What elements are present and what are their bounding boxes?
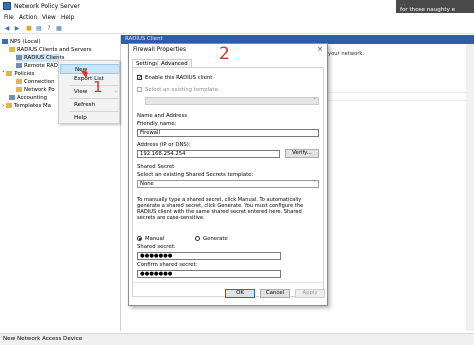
manual-radio[interactable] xyxy=(137,236,142,241)
cancel-button[interactable]: Cancel xyxy=(260,289,290,298)
folder-icon[interactable]: ■ xyxy=(25,25,33,32)
context-menu-view-label: View xyxy=(74,89,88,95)
tree-item-remote-radius[interactable]: Remote RAD xyxy=(16,62,58,70)
properties-icon[interactable]: ▤ xyxy=(35,25,43,32)
chevron-down-icon: ˅ xyxy=(313,98,317,104)
tree-item-policies[interactable]: ˅ Policies xyxy=(2,70,34,78)
details-row xyxy=(328,93,474,101)
help-icon[interactable]: ? xyxy=(45,25,53,32)
name-address-heading: Name and Address xyxy=(137,113,188,119)
divider xyxy=(133,282,323,283)
menu-separator xyxy=(69,111,119,112)
shared-secret-input[interactable]: ●●●●●●● xyxy=(137,252,281,260)
annotation-step-2: 2 xyxy=(219,44,230,64)
address-input[interactable]: 192.168.254.254 xyxy=(137,150,280,158)
tree-label-policies: Policies xyxy=(14,71,35,77)
context-menu-refresh[interactable]: Refresh xyxy=(60,100,120,110)
device-icon xyxy=(16,63,22,68)
tree-item-accounting[interactable]: Accounting xyxy=(9,94,47,102)
tree-label-nps-local: NPS (Local) xyxy=(10,39,41,45)
context-menu-view[interactable]: View › xyxy=(60,87,120,97)
confirm-secret-input[interactable]: ●●●●●●● xyxy=(137,270,281,278)
address-label: Address (IP or DNS): xyxy=(137,142,191,148)
template-select[interactable]: ˅ xyxy=(145,97,319,105)
chevron-down-icon: ˅ xyxy=(313,181,317,187)
select-template-label: Select an existing template: xyxy=(145,87,220,93)
close-icon[interactable]: × xyxy=(317,45,323,53)
accounting-icon xyxy=(9,95,15,100)
shared-secret-label: Shared secret: xyxy=(137,244,176,250)
generate-label: Generate xyxy=(203,236,228,242)
tree-label-network: Network Po xyxy=(24,87,55,93)
ok-button[interactable]: OK xyxy=(225,289,255,298)
tree-item-nps-local[interactable]: NPS (Local) xyxy=(2,38,41,46)
tree-label-radius: RADIUS Clients and Servers xyxy=(17,47,92,53)
vertical-scrollbar[interactable] xyxy=(466,44,474,331)
tree-item-radius-clients-servers[interactable]: RADIUS Clients and Servers xyxy=(9,46,92,54)
secret-template-value: None xyxy=(140,181,154,187)
status-bar: New Network Access Device xyxy=(0,333,474,345)
menu-separator xyxy=(69,98,119,99)
menu-file[interactable]: File xyxy=(4,15,14,21)
tab-advanced[interactable]: Advanced xyxy=(157,59,192,67)
tree-item-connection[interactable]: Connection xyxy=(16,78,55,86)
verify-button[interactable]: Verify... xyxy=(285,149,319,158)
console-tree-icon[interactable]: ▦ xyxy=(55,25,63,32)
annotation-step-1: 1 xyxy=(93,78,103,96)
secret-template-label: Select an existing Shared Secrets templa… xyxy=(137,172,254,178)
friendly-name-label: Friendly name: xyxy=(137,121,177,127)
shared-secret-instructions: To manually type a shared secret, click … xyxy=(137,197,304,221)
firewall-properties-dialog: Firewall Properties × Settings Advanced … xyxy=(128,43,328,306)
settings-panel: ✓ Enable this RADIUS client Select an ex… xyxy=(132,67,324,297)
tree-item-radius-clients[interactable]: RADIUS Clients xyxy=(16,54,64,62)
generate-radio[interactable] xyxy=(195,236,200,241)
menu-view[interactable]: View xyxy=(42,15,56,21)
details-row xyxy=(328,85,474,93)
confirm-secret-label: Confirm shared secret: xyxy=(137,262,198,268)
enable-client-checkbox[interactable]: ✓ xyxy=(137,75,142,81)
enable-client-label: Enable this RADIUS client xyxy=(145,75,213,81)
banner-ghost-text: ... xyxy=(400,2,406,6)
window-title: Network Policy Server xyxy=(14,3,80,10)
friendly-name-input[interactable]: Firewall xyxy=(137,129,319,137)
select-template-checkbox[interactable] xyxy=(137,87,142,92)
menu-bar: File Action View Help xyxy=(0,13,474,23)
folder-icon xyxy=(16,79,22,84)
secret-template-select[interactable]: None ˅ xyxy=(137,180,319,188)
apply-button[interactable]: Apply xyxy=(295,289,325,298)
tree-label-remote: Remote RAD xyxy=(24,63,58,69)
folder-icon xyxy=(16,87,22,92)
folder-icon xyxy=(6,71,13,76)
shared-secret-heading: Shared Secret xyxy=(137,164,175,170)
tree-item-network-policies[interactable]: Network Po xyxy=(16,86,55,94)
device-icon xyxy=(16,55,22,60)
server-icon xyxy=(2,39,8,44)
context-menu-new[interactable]: New xyxy=(60,64,120,74)
folder-icon xyxy=(9,47,15,52)
manual-label: Manual xyxy=(145,236,165,242)
menu-action[interactable]: Action xyxy=(19,15,37,21)
tree-label-accounting: Accounting xyxy=(17,95,48,101)
submenu-arrow-icon: › xyxy=(114,89,117,95)
back-arrow-icon[interactable]: ◀ xyxy=(3,25,11,32)
toolbar: ◀ ▶ ■ ▤ ? ▦ xyxy=(0,23,474,34)
menu-help[interactable]: Help xyxy=(61,15,74,21)
folder-icon xyxy=(5,103,12,108)
details-text: your network. xyxy=(328,51,365,57)
context-menu: New Export List View › Refresh Help xyxy=(58,60,120,124)
tree-label-connection: Connection xyxy=(24,79,55,85)
tree-label-templates: Templates Ma xyxy=(13,103,51,109)
dialog-title: Firewall Properties xyxy=(133,47,186,53)
context-menu-help[interactable]: Help xyxy=(60,113,120,123)
nps-app-icon xyxy=(3,2,11,10)
tree-item-templates[interactable]: › Templates Ma xyxy=(2,102,51,110)
forward-arrow-icon[interactable]: ▶ xyxy=(13,25,21,32)
